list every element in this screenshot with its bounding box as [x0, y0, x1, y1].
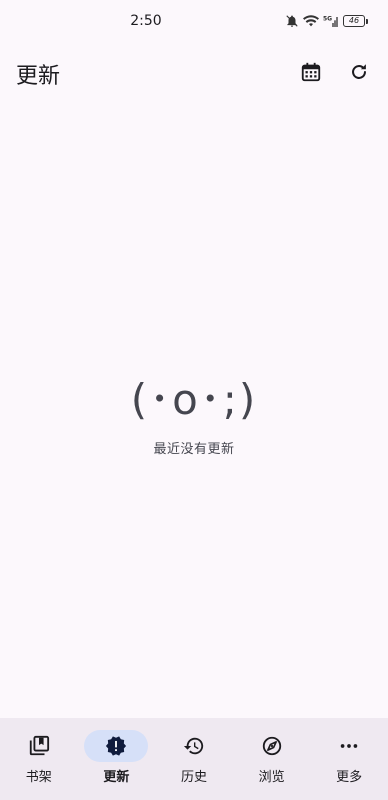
new-releases-icon [106, 736, 127, 756]
nav-item-more[interactable]: 更多 [310, 718, 388, 800]
empty-face-emoticon: (･o･;) [130, 375, 258, 424]
history-icon [183, 737, 204, 755]
nav-label: 书架 [25, 770, 52, 785]
status-icons: 5G 46 [285, 14, 368, 28]
nav-item-library[interactable]: 书架 [0, 718, 78, 800]
active-indicator [84, 730, 149, 762]
nav-label: 历史 [180, 770, 207, 785]
calendar-icon [301, 62, 321, 82]
calendar-button[interactable] [295, 56, 327, 88]
status-time: 2:50 [130, 13, 162, 29]
svg-text:5G: 5G [323, 15, 332, 22]
nav-label: 更多 [336, 770, 363, 785]
mute-icon [285, 14, 299, 28]
more-icon [340, 744, 358, 748]
empty-state: (･o･;) 最近没有更新 [0, 372, 388, 457]
bottom-navigation: 书架 更新 历史 浏览 更多 [0, 718, 388, 800]
battery-level: 46 [343, 15, 365, 27]
battery-icon: 46 [343, 15, 368, 27]
nav-item-browse[interactable]: 浏览 [233, 718, 311, 800]
nav-item-history[interactable]: 历史 [155, 718, 233, 800]
wifi-icon [303, 14, 319, 28]
refresh-button[interactable] [343, 56, 375, 88]
status-bar: 2:50 5G 46 [0, 0, 388, 44]
app-bar: 更新 [0, 44, 388, 100]
empty-message: 最近没有更新 [153, 442, 235, 457]
signal-icon: 5G [323, 14, 339, 28]
explore-icon [262, 736, 281, 756]
library-icon [29, 735, 49, 756]
nav-label: 更新 [103, 770, 130, 785]
nav-label: 浏览 [258, 770, 285, 785]
nav-item-updates[interactable]: 更新 [78, 718, 156, 800]
page-title: 更新 [16, 64, 61, 89]
refresh-icon [352, 64, 366, 79]
